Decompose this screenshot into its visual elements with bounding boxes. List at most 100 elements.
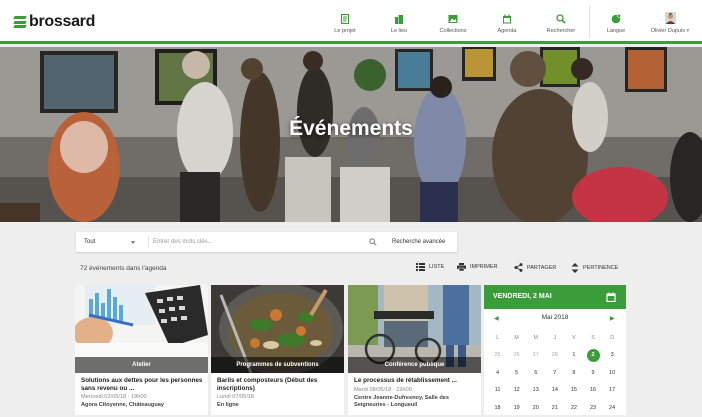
calendar-day[interactable]: 28 (545, 352, 564, 358)
event-card[interactable]: Conférence publique Le processus de réta… (348, 285, 481, 415)
calendar-day[interactable]: 9 (583, 370, 602, 376)
week-row: 18 19 20 21 22 23 24 (488, 399, 622, 417)
language-label: Langue (606, 28, 626, 34)
selected-date: VENDREDI, 2 MAI (493, 293, 552, 300)
event-title[interactable]: Le processus de rétablissement ... (354, 377, 478, 385)
calendar-widget: VENDREDI, 2 MAI ◀ Mai 2018 ▶ L M M J V S D 25 26… (484, 285, 626, 415)
next-month-button[interactable]: ▶ (610, 315, 615, 322)
calendar-day[interactable]: 24 (603, 405, 622, 411)
avatar (664, 12, 676, 24)
calendar-day[interactable]: 3 (603, 352, 622, 358)
nav-item-collections[interactable]: Collections (426, 0, 480, 44)
calendar-day[interactable]: 19 (507, 405, 526, 411)
print-label: IMPRIMER (470, 264, 498, 270)
calendar-day[interactable]: 11 (488, 387, 507, 393)
chevron-down-icon (131, 241, 135, 244)
calendar-day[interactable]: 12 (507, 387, 526, 393)
share-icon (514, 263, 523, 272)
calendar-day[interactable]: 20 (526, 405, 545, 411)
calendar-day[interactable]: 10 (603, 370, 622, 376)
event-category: Atelier (75, 357, 208, 373)
top-bar: brossard Le projet Le lieu Collections A… (0, 0, 702, 44)
event-title[interactable]: Solutions aux dettes pour les personnes … (81, 377, 205, 392)
sort-icon (571, 263, 579, 273)
share-label: PARTAGER (527, 264, 557, 271)
event-date: Mardi 08/05/18 · 19h00 (354, 387, 412, 393)
event-title[interactable]: Barils et composteurs (Début des inscrip… (217, 377, 341, 392)
results-count: 72 événements dans l'agenda (80, 265, 167, 272)
nav-divider (589, 6, 590, 38)
weekday-label: M (533, 334, 538, 341)
nav-label: Agenda (497, 28, 517, 34)
weekday-row: LMMJVSD (488, 329, 622, 347)
brand-logo[interactable]: brossard (13, 13, 96, 31)
weekday-label: V (572, 334, 576, 341)
share-button[interactable]: PARTAGER (514, 263, 556, 272)
event-place: En ligne (217, 402, 239, 408)
calendar-icon[interactable] (606, 292, 616, 302)
calendar-header: VENDREDI, 2 MAI (484, 285, 626, 309)
list-view-button[interactable]: LISTE (416, 263, 444, 271)
calendar-day[interactable]: 5 (507, 370, 526, 376)
calendar-day[interactable]: 13 (526, 387, 545, 393)
hero-banner: Événements (0, 47, 702, 222)
user-menu[interactable]: Olivier Dupuis ▾ (640, 0, 700, 44)
nav-item-lieu[interactable]: Le lieu (372, 0, 426, 44)
nav-label: Le projet (334, 28, 356, 34)
advanced-search-link[interactable]: Recherche avancée (392, 239, 445, 245)
calendar-day[interactable]: 4 (488, 370, 507, 376)
calendar-day[interactable]: 25 (488, 352, 507, 358)
calendar-day[interactable]: 6 (526, 370, 545, 376)
globe-icon (611, 14, 621, 24)
logo-mark-icon (13, 16, 27, 28)
calendar-day[interactable]: 21 (545, 405, 564, 411)
brand-name: brossard (29, 13, 96, 30)
calendar-day[interactable]: 27 (526, 352, 545, 358)
nav-label: Collections (439, 28, 467, 34)
search-icon (556, 14, 566, 24)
calendar-day[interactable]: 2 (583, 348, 602, 362)
event-card[interactable]: Programmes de subventions Barils et comp… (211, 285, 344, 415)
week-row: 4 5 6 7 8 9 10 (488, 364, 622, 382)
calendar-day[interactable]: 16 (583, 387, 602, 393)
calendar-month: Mai 2018 (541, 314, 569, 321)
sort-label: PERTINENCE (583, 265, 619, 271)
weekday-label: D (610, 334, 615, 341)
calendar-day[interactable]: 26 (507, 352, 526, 358)
calendar-day[interactable]: 1 (564, 352, 583, 358)
calendar-day[interactable]: 23 (583, 405, 602, 411)
event-place: Agora Citoyenne, Châteauguay (81, 402, 164, 408)
search-bar: Tout Entrer des mots clés... Recherche a… (76, 232, 457, 252)
calendar-day[interactable]: 18 (488, 405, 507, 411)
search-icon[interactable] (369, 238, 377, 246)
weekday-label: S (591, 334, 595, 341)
language-selector[interactable]: Langue (592, 0, 640, 44)
week-row: 11 12 13 14 15 16 17 (488, 382, 622, 400)
event-category: Programmes de subventions (211, 357, 344, 373)
list-icon (416, 263, 425, 271)
sort-button[interactable]: PERTINENCE (571, 263, 618, 273)
calendar-day[interactable]: 8 (564, 370, 583, 376)
calendar-icon (503, 14, 511, 24)
user-name: Olivier Dupuis ▾ (650, 28, 690, 34)
print-button[interactable]: IMPRIMER (457, 263, 498, 271)
event-card[interactable]: Atelier Solutions aux dettes pour les pe… (75, 285, 208, 415)
nav-item-projet[interactable]: Le projet (318, 0, 372, 44)
calendar-day[interactable]: 14 (545, 387, 564, 393)
calendar-day[interactable]: 22 (564, 405, 583, 411)
search-divider (148, 236, 149, 248)
document-icon (340, 14, 350, 24)
calendar-day[interactable]: 15 (564, 387, 583, 393)
calendar-day[interactable]: 17 (603, 387, 622, 393)
weekday-label: L (496, 334, 500, 341)
category-select[interactable]: Tout (84, 239, 95, 245)
search-input[interactable]: Entrer des mots clés... (153, 239, 213, 245)
nav-item-agenda[interactable]: Agenda (480, 0, 534, 44)
image-icon (448, 15, 458, 23)
nav-item-rechercher[interactable]: Rechercher (534, 0, 588, 44)
calendar-day[interactable]: 7 (545, 370, 564, 376)
nav-label: Le lieu (390, 28, 408, 34)
event-date: Mercredi 02/05/18 · 19h00 (81, 394, 147, 400)
event-category: Conférence publique (348, 357, 481, 373)
list-label: LISTE (429, 264, 445, 270)
